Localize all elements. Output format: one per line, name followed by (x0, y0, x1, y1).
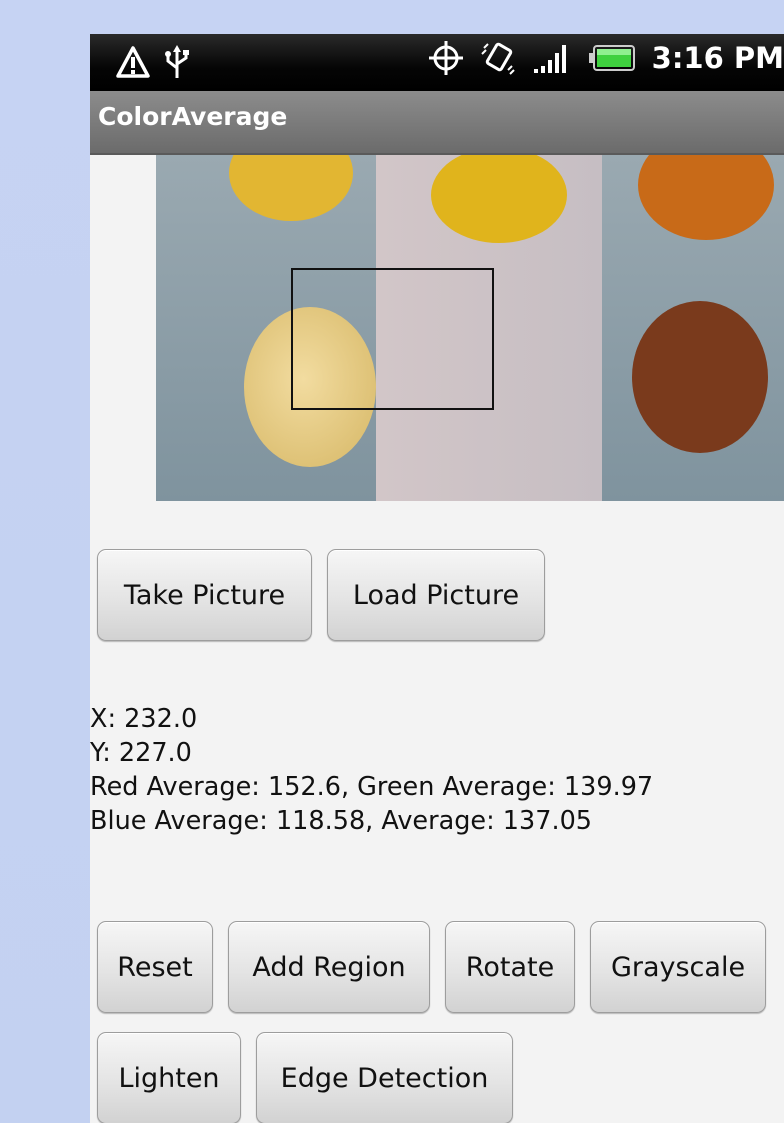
edge-detection-button[interactable]: Edge Detection (256, 1032, 513, 1123)
red-green-average: Red Average: 152.6, Green Average: 139.9… (90, 772, 654, 802)
status-bar: 3:16 PM (90, 34, 784, 91)
vibrate-icon (480, 42, 515, 75)
app-title-bar: ColorAverage (90, 91, 784, 155)
warning-icon (116, 46, 150, 78)
reset-button[interactable]: Reset (97, 921, 213, 1013)
x-coordinate: X: 232.0 (90, 704, 198, 734)
status-time: 3:16 PM (651, 41, 784, 75)
pale-sample-bottom-left (244, 307, 376, 467)
gps-icon (428, 41, 463, 75)
grayscale-button[interactable]: Grayscale (590, 921, 766, 1013)
app-title: ColorAverage (98, 102, 288, 131)
captured-photo[interactable] (156, 155, 784, 501)
lighten-button[interactable]: Lighten (97, 1032, 241, 1123)
load-picture-button[interactable]: Load Picture (327, 549, 545, 641)
phone-screen: 3:16 PM ColorAverage Take Picture Load P… (90, 34, 784, 1123)
battery-icon (588, 45, 635, 71)
usb-icon (165, 45, 189, 78)
y-coordinate: Y: 227.0 (90, 738, 192, 768)
signal-icon (533, 45, 566, 73)
add-region-button[interactable]: Add Region (228, 921, 430, 1013)
brown-sample-bottom-right (632, 301, 768, 453)
color-readout: X: 232.0 Y: 227.0 Red Average: 152.6, Gr… (90, 702, 784, 838)
blue-total-average: Blue Average: 118.58, Average: 137.05 (90, 806, 593, 836)
rotate-button[interactable]: Rotate (445, 921, 575, 1013)
take-picture-button[interactable]: Take Picture (97, 549, 312, 641)
